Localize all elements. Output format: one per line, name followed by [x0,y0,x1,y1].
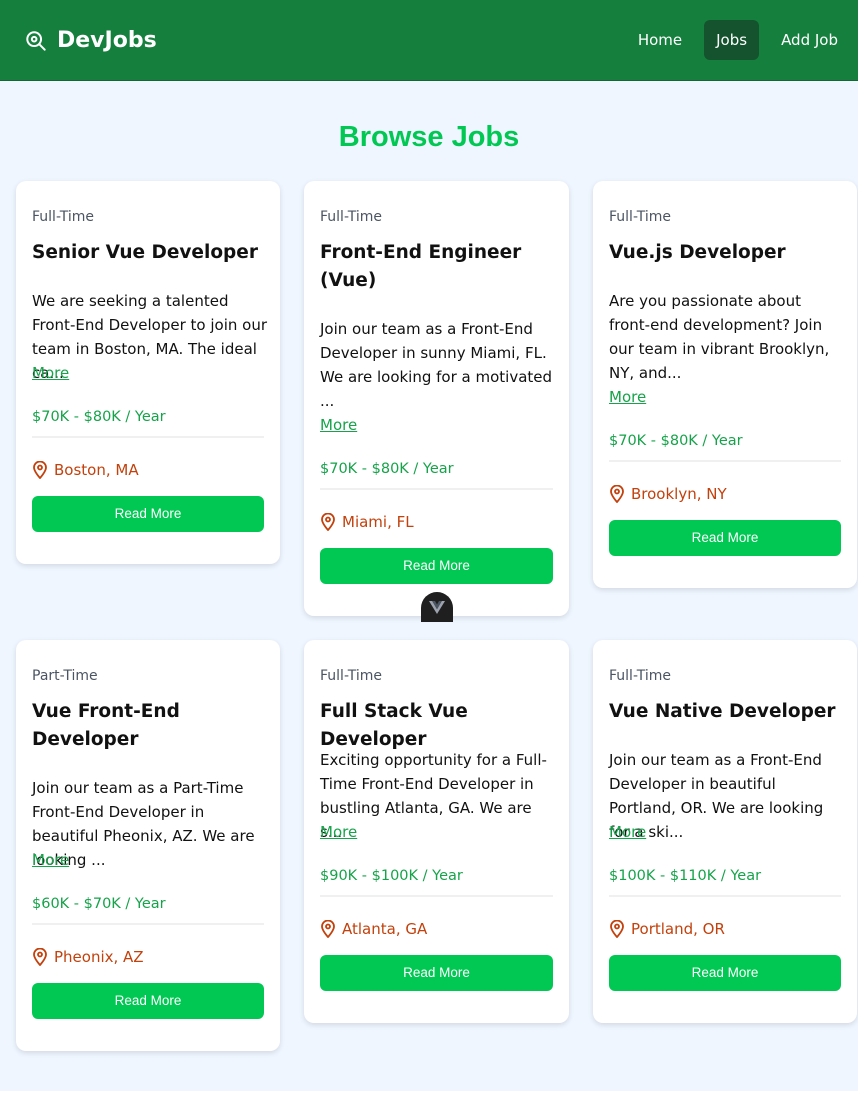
more-link[interactable]: More [609,820,646,844]
job-description: Join our team as a Front-End Developer i… [320,320,553,410]
more-link[interactable]: More [320,820,357,844]
job-salary: $70K - $80K / Year [32,409,166,425]
job-title: Full Stack Vue Developer [320,701,468,750]
nav-link-add-job[interactable]: Add Job [769,20,850,60]
job-location: Atlanta, GA [320,920,427,938]
location-text: Pheonix, AZ [54,948,144,966]
more-link[interactable]: More [609,385,646,409]
job-type: Full-Time [609,668,671,684]
read-more-button[interactable]: Read More [609,520,841,556]
job-card: Full-Time Senior Vue Developer We are se… [16,181,280,564]
map-marker-icon [610,920,624,938]
job-location: Pheonix, AZ [32,948,144,966]
brand-name: DevJobs [57,28,157,53]
job-salary: $90K - $100K / Year [320,868,463,884]
navbar: DevJobs Home Jobs Add Job [0,0,858,81]
read-more-button[interactable]: Read More [32,983,264,1019]
read-more-button[interactable]: Read More [320,955,553,991]
location-text: Portland, OR [631,920,725,938]
page-bottom [0,1091,858,1115]
nav-links: Home Jobs Add Job [626,20,850,60]
job-salary: $70K - $80K / Year [320,461,454,477]
job-title: Vue.js Developer [609,242,786,263]
job-location: Miami, FL [320,513,414,531]
more-link[interactable]: More [32,848,69,872]
job-card: Full-Time Vue.js Developer Are you passi… [593,181,857,588]
read-more-button[interactable]: Read More [609,955,841,991]
vue-devtools-toggle[interactable] [421,592,453,622]
job-title: Vue Front-End Developer [32,701,180,750]
job-type: Part-Time [32,668,98,684]
divider [32,436,264,438]
more-link[interactable]: More [32,361,69,385]
vue-logo-icon [429,600,445,614]
divider [32,923,264,925]
job-location: Portland, OR [609,920,725,938]
job-title: Senior Vue Developer [32,242,258,263]
job-salary: $60K - $70K / Year [32,896,166,912]
job-card: Full-Time Vue Native Developer Join our … [593,640,857,1023]
job-type: Full-Time [32,209,94,225]
job-description: Are you passionate about front-end devel… [609,292,830,382]
job-type: Full-Time [320,668,382,684]
job-title: Vue Native Developer [609,701,836,722]
map-marker-icon [321,513,335,531]
job-location: Boston, MA [32,461,139,479]
job-location: Brooklyn, NY [609,485,727,503]
page-title: Browse Jobs [338,121,520,153]
brand-link[interactable]: DevJobs [25,28,157,53]
location-text: Atlanta, GA [342,920,428,938]
more-link[interactable]: More [320,413,357,437]
job-salary: $70K - $80K / Year [609,433,743,449]
location-text: Boston, MA [54,461,139,479]
divider [609,895,841,897]
nav-link-jobs[interactable]: Jobs [704,20,760,60]
nav-link-home[interactable]: Home [626,20,694,60]
job-type: Full-Time [320,209,382,225]
divider [609,460,841,462]
map-marker-icon [610,485,624,503]
map-marker-icon [33,461,47,479]
map-marker-icon [33,948,47,966]
read-more-button[interactable]: Read More [32,496,264,532]
location-text: Miami, FL [342,513,414,531]
job-type: Full-Time [609,209,671,225]
map-marker-icon [321,920,335,938]
job-card: Full-Time Full Stack Vue Developer Excit… [304,640,569,1023]
read-more-button[interactable]: Read More [320,548,553,584]
divider [320,488,553,490]
job-title: Front-End Engineer (Vue) [320,242,522,291]
job-card: Part-Time Vue Front-End Developer Join o… [16,640,280,1051]
job-card: Full-Time Front-End Engineer (Vue) Join … [304,181,569,616]
divider [320,895,553,897]
search-logo-icon [26,30,46,51]
location-text: Brooklyn, NY [631,485,727,503]
job-salary: $100K - $110K / Year [609,868,762,884]
